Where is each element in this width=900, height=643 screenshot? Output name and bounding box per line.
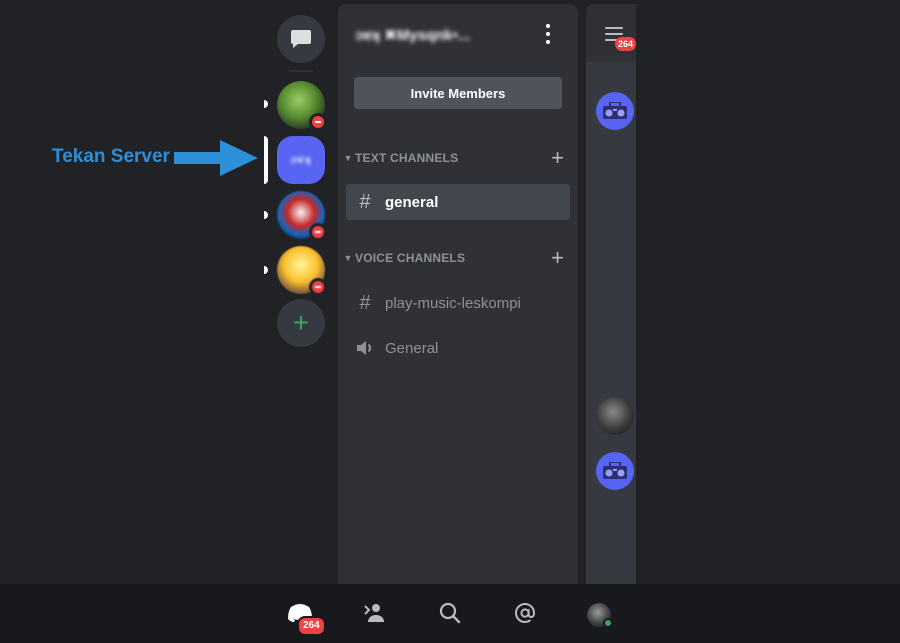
add-server-button[interactable]: + <box>277 299 325 347</box>
annotation-label: Tekan Server <box>52 146 170 167</box>
category-label: VOICE CHANNELS <box>355 251 466 265</box>
server-rail: ɔɐʞ + <box>264 0 336 584</box>
bottom-navigation <box>0 584 900 643</box>
online-status-icon <box>603 618 613 628</box>
unread-pill <box>264 211 268 219</box>
server-icon-3[interactable] <box>277 191 327 241</box>
invite-members-button[interactable]: Invite Members <box>354 77 562 109</box>
home-unread-badge: 264 <box>297 616 326 636</box>
chevron-down-icon: ▼ <box>343 253 353 263</box>
hash-icon: # <box>359 190 371 213</box>
notification-badge <box>309 223 327 241</box>
unread-pill <box>264 100 268 108</box>
server-icon-1[interactable] <box>277 81 327 131</box>
server-icon-selected[interactable]: ɔɐʞ <box>277 136 325 184</box>
category-label: TEXT CHANNELS <box>355 151 459 165</box>
channel-label: general <box>385 193 439 211</box>
annotation: Tekan Server <box>52 146 170 168</box>
channel-panel: ɔɐʞ ✖Mysqnk•... Invite Members ▼ TEXT CH… <box>338 4 578 584</box>
channel-play-music-leskompi[interactable]: # play-music-leskompi <box>346 285 570 321</box>
mentions-icon[interactable] <box>511 599 539 627</box>
unread-pill <box>264 266 268 274</box>
boombox-icon <box>603 102 627 119</box>
unread-count-badge: 264 <box>615 37 636 51</box>
notification-badge <box>309 113 327 131</box>
more-options-icon[interactable] <box>544 24 552 44</box>
speaker-icon <box>356 340 374 356</box>
category-text-channels[interactable]: ▼ TEXT CHANNELS + <box>342 147 574 169</box>
add-channel-icon[interactable]: + <box>551 147 564 169</box>
boombox-bot-avatar[interactable] <box>596 92 634 130</box>
server-name[interactable]: ɔɐʞ ✖Mysqnk•... <box>355 26 470 44</box>
members-panel-partial: 264 <box>586 4 636 584</box>
channel-general-voice[interactable]: General <box>346 330 570 366</box>
rail-divider <box>289 70 313 72</box>
boombox-icon <box>603 462 627 479</box>
plus-icon: + <box>292 307 310 338</box>
direct-messages-button[interactable] <box>277 15 325 63</box>
channel-label: General <box>385 339 439 357</box>
chevron-down-icon: ▼ <box>343 153 353 163</box>
add-channel-icon[interactable]: + <box>551 247 564 269</box>
arrow-right-icon <box>174 140 258 176</box>
server-icon-label: ɔɐʞ <box>290 154 312 166</box>
channel-label: play-music-leskompi <box>385 294 521 312</box>
category-voice-channels[interactable]: ▼ VOICE CHANNELS + <box>342 247 574 269</box>
search-icon[interactable] <box>436 599 464 627</box>
hash-icon: # <box>359 291 371 314</box>
boombox-bot-avatar[interactable] <box>596 452 634 490</box>
user-avatar[interactable] <box>596 397 634 435</box>
background-area <box>636 0 900 584</box>
friends-icon[interactable] <box>361 599 389 627</box>
chat-bubble-icon <box>291 30 311 48</box>
members-header: 264 <box>586 4 636 62</box>
notification-badge <box>309 278 327 296</box>
server-icon-4[interactable] <box>277 246 327 296</box>
selected-pill <box>264 136 268 184</box>
channel-general[interactable]: # general <box>346 184 570 220</box>
